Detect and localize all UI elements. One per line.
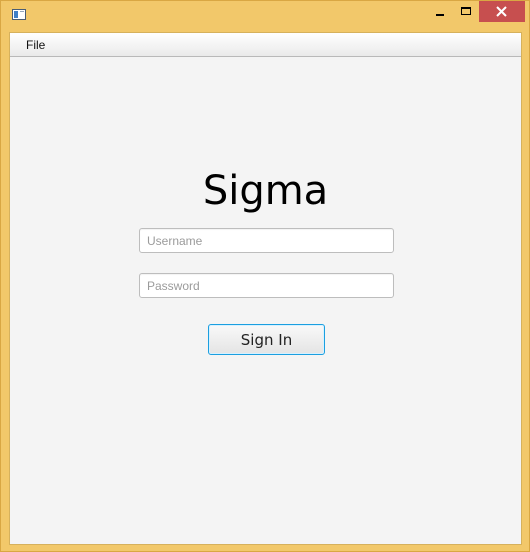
- application-window: File Sigma Sign In: [0, 0, 530, 552]
- app-title: Sigma: [202, 168, 329, 214]
- window-app-icon: [12, 9, 26, 20]
- close-icon: [496, 6, 507, 17]
- minimize-button[interactable]: [426, 1, 453, 22]
- username-input[interactable]: [139, 228, 394, 253]
- menu-file[interactable]: File: [18, 36, 53, 54]
- window-content: File Sigma Sign In: [9, 32, 522, 545]
- close-button[interactable]: [479, 1, 525, 22]
- password-input[interactable]: [139, 273, 394, 298]
- title-bar[interactable]: [1, 1, 529, 31]
- sign-in-button[interactable]: Sign In: [208, 324, 325, 355]
- maximize-icon: [461, 7, 471, 15]
- minimize-icon: [436, 14, 444, 16]
- menu-bar: File: [10, 33, 521, 57]
- maximize-button[interactable]: [453, 1, 479, 22]
